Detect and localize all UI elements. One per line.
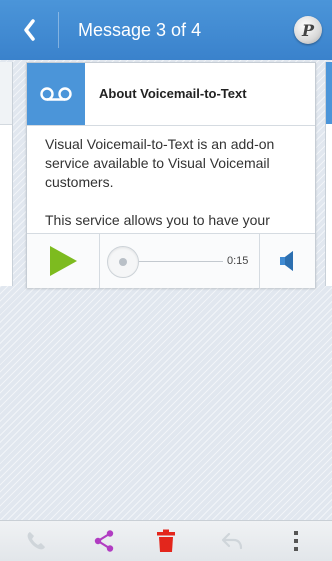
p-badge-letter: P (301, 20, 315, 40)
chevron-left-icon (24, 19, 35, 41)
reply-icon (221, 532, 243, 550)
bottom-toolbar (0, 520, 332, 561)
card-title: About Voicemail-to-Text (99, 86, 247, 101)
more-vert-icon (294, 531, 298, 551)
reply-button[interactable] (202, 521, 262, 561)
page-title: Message 3 of 4 (78, 20, 202, 40)
more-options-button[interactable] (266, 521, 326, 561)
previous-message-peek[interactable] (0, 62, 13, 286)
play-button[interactable] (27, 234, 100, 288)
playback-scrubber[interactable]: 0:15 (107, 234, 259, 288)
card-header: About Voicemail-to-Text (27, 63, 315, 126)
duration-label: 0:15 (227, 255, 249, 267)
scrubber-knob[interactable] (107, 246, 139, 278)
message-card: About Voicemail-to-Text Visual Voicemail… (26, 62, 316, 288)
audio-player: 0:15 (27, 233, 315, 288)
volume-button[interactable] (259, 234, 316, 288)
message-paragraph: Visual Voicemail-to-Text is an add-on se… (45, 136, 275, 190)
p-badge-icon[interactable]: P (294, 16, 322, 44)
trash-icon (157, 529, 175, 552)
speaker-icon (280, 251, 293, 271)
voicemail-badge (27, 63, 85, 125)
message-paragraph: This service allows you to have your voi… (45, 212, 270, 228)
share-button[interactable] (74, 521, 134, 561)
scrubber-track (139, 261, 223, 262)
back-button[interactable] (0, 0, 58, 60)
app-header: Message 3 of 4 P (0, 0, 332, 60)
play-icon (50, 246, 77, 276)
delete-button[interactable] (136, 521, 196, 561)
call-back-button[interactable] (6, 521, 66, 561)
phone-call-icon (27, 532, 45, 550)
header-divider (58, 12, 59, 48)
voicemail-icon (40, 87, 72, 101)
share-icon (94, 530, 114, 552)
next-message-peek[interactable] (325, 62, 332, 286)
message-text[interactable]: Visual Voicemail-to-Text is an add-on se… (45, 135, 307, 231)
